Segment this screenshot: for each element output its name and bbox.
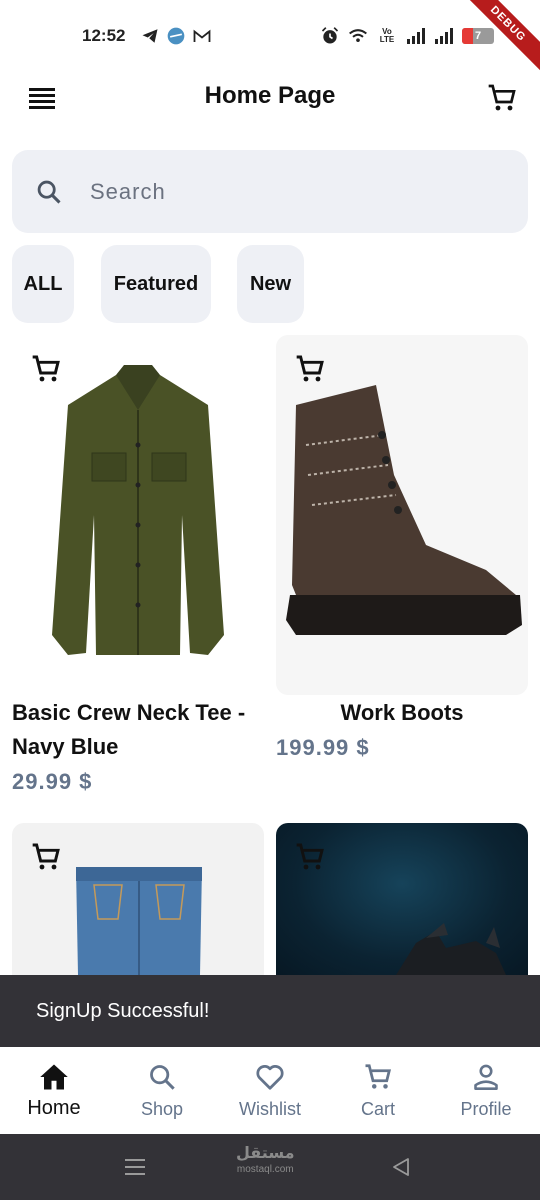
product-card[interactable]: Basic Crew Neck Tee - Navy Blue 29.99 $ <box>12 335 264 805</box>
bottom-navigation: Home Shop Wishlist Cart Profile <box>0 1047 540 1134</box>
product-price: 199.99 $ <box>276 735 370 760</box>
search-bar[interactable] <box>12 150 528 233</box>
status-time: 12:52 <box>82 26 126 45</box>
page-title: Home Page <box>204 82 336 109</box>
nav-label: Cart <box>360 1099 395 1119</box>
cart-icon <box>296 355 324 382</box>
product-card[interactable] <box>12 823 264 975</box>
add-to-cart-button[interactable] <box>28 839 64 875</box>
heart-icon <box>254 1061 286 1093</box>
battery-indicator: 7 <box>462 28 494 44</box>
snackbar: SignUp Successful! <box>0 975 540 1047</box>
watermark: مستقل mostaql.com <box>236 1145 295 1176</box>
product-card[interactable]: Work Boots 199.99 $ <box>276 335 528 765</box>
add-to-cart-button[interactable] <box>292 351 328 387</box>
product-image[interactable] <box>12 335 264 695</box>
nav-profile[interactable]: Profile <box>432 1047 540 1134</box>
chip-all[interactable]: ALL <box>12 245 74 323</box>
product-title: Basic Crew Neck Tee - <box>12 700 246 725</box>
system-navigation-bar: مستقل mostaql.com <box>0 1134 540 1200</box>
cart-icon <box>32 355 60 382</box>
nav-cart[interactable]: Cart <box>324 1047 432 1134</box>
back-button[interactable] <box>388 1154 414 1180</box>
product-title-line2: Navy Blue <box>12 734 119 759</box>
recents-icon <box>125 1159 145 1175</box>
volte-indicator: Vo LTE <box>379 27 395 44</box>
cart-icon <box>488 84 516 111</box>
product-price: 29.99 $ <box>12 769 93 794</box>
cart-button[interactable] <box>482 78 522 118</box>
signal-icon <box>406 26 426 46</box>
search-icon <box>146 1061 178 1093</box>
person-icon <box>470 1061 502 1093</box>
app-bar: Home Page <box>0 70 540 126</box>
nav-label: Shop <box>140 1099 184 1119</box>
add-to-cart-button[interactable] <box>292 839 328 875</box>
chip-new[interactable]: New <box>237 245 304 323</box>
signal-icon-2 <box>434 26 454 46</box>
chip-featured[interactable]: Featured <box>101 245 211 323</box>
home-icon <box>38 1061 70 1093</box>
nav-shop[interactable]: Shop <box>108 1047 216 1134</box>
telegram-icon <box>140 26 160 46</box>
search-icon <box>34 177 64 207</box>
status-bar: 12:52 Vo LTE 7 DEBUG <box>0 0 540 74</box>
cart-icon <box>32 843 60 870</box>
product-card[interactable] <box>276 823 528 975</box>
recent-apps-button[interactable] <box>122 1154 148 1180</box>
product-image[interactable] <box>276 335 528 695</box>
alarm-icon <box>320 26 340 46</box>
status-left-icons <box>140 26 212 46</box>
add-to-cart-button[interactable] <box>28 351 64 387</box>
app-notification-icon <box>166 26 186 46</box>
wifi-icon <box>348 26 368 46</box>
product-title: Work Boots <box>340 700 464 725</box>
nav-home[interactable]: Home <box>0 1047 108 1134</box>
gmail-icon <box>192 26 212 46</box>
nav-label: Profile <box>460 1099 512 1119</box>
back-icon <box>393 1158 409 1176</box>
nav-wishlist[interactable]: Wishlist <box>216 1047 324 1134</box>
status-right-icons: Vo LTE 7 <box>320 26 494 46</box>
search-input[interactable] <box>90 178 470 205</box>
nav-label: Home <box>27 1097 81 1119</box>
cart-icon <box>362 1061 394 1093</box>
nav-label: Wishlist <box>239 1099 301 1119</box>
snackbar-message: SignUp Successful! <box>36 999 210 1022</box>
cart-icon <box>296 843 324 870</box>
